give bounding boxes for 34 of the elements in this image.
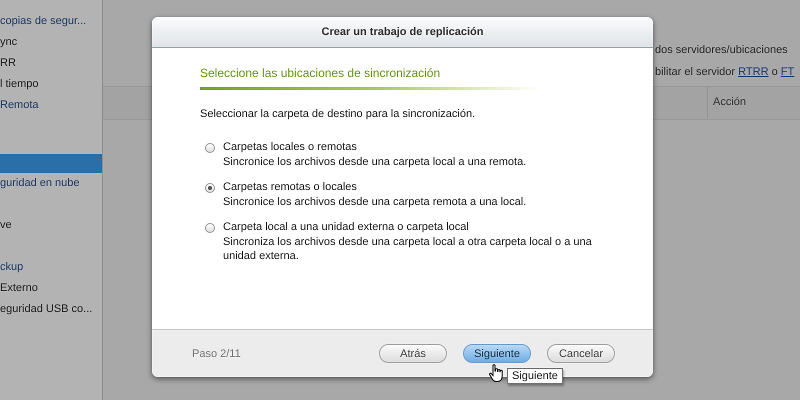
radio-button[interactable]: [205, 143, 215, 153]
background-text: o: [772, 66, 778, 78]
background-text: bilitar el servidor: [655, 66, 736, 78]
option-label[interactable]: Carpeta local a una unidad externa o carpeta local: [223, 220, 603, 235]
sidebar-item[interactable]: ckup: [0, 257, 102, 278]
next-button[interactable]: Siguiente: [463, 344, 531, 363]
sidebar-item[interactable]: ve: [0, 215, 102, 236]
radio-button[interactable]: [205, 223, 215, 233]
rtrr-link[interactable]: RTRR: [738, 66, 769, 78]
hand-cursor-icon: [489, 364, 503, 382]
radio-button[interactable]: [205, 183, 215, 193]
background-text: dos servidores/ubicaciones: [655, 44, 788, 56]
ftp-link[interactable]: FT: [780, 66, 794, 78]
step-indicator: Paso 2/11: [192, 348, 242, 360]
option-label[interactable]: Carpetas remotas o locales: [223, 180, 603, 195]
back-button[interactable]: Atrás: [379, 344, 447, 363]
option-description: Sincronice los archivos desde una carpeta local a una remota.: [223, 155, 528, 169]
option-label[interactable]: Carpetas locales o remotas: [223, 140, 603, 155]
option-description: Sincronice los archivos desde una carpeta remota a una local.: [223, 195, 528, 209]
sidebar-item[interactable]: RR: [0, 53, 102, 74]
sidebar-item[interactable]: eguridad USB co...: [0, 299, 102, 320]
tooltip: Siguiente: [507, 368, 563, 384]
column-header[interactable]: Acción: [707, 86, 800, 118]
sidebar-item[interactable]: guridad en nube: [0, 173, 102, 194]
instruction-text: Seleccionar la carpeta de destino para la sincronización.: [200, 108, 476, 120]
sidebar-item[interactable]: copias de segur...: [0, 11, 102, 32]
dialog-title: Crear un trabajo de replicación: [152, 17, 653, 48]
sidebar-item[interactable]: Externo: [0, 278, 102, 299]
cancel-button[interactable]: Cancelar: [547, 344, 615, 363]
option-description: Sincroniza los archivos desde una carpeta local a otra carpeta local o a una unidad externa.: [223, 235, 593, 263]
section-heading: Seleccione las ubicaciones de sincronización: [200, 66, 442, 82]
sidebar-item[interactable]: ync: [0, 32, 102, 53]
sidebar-item[interactable]: l tiempo: [0, 74, 102, 95]
sidebar-item[interactable]: Remota: [0, 95, 102, 116]
